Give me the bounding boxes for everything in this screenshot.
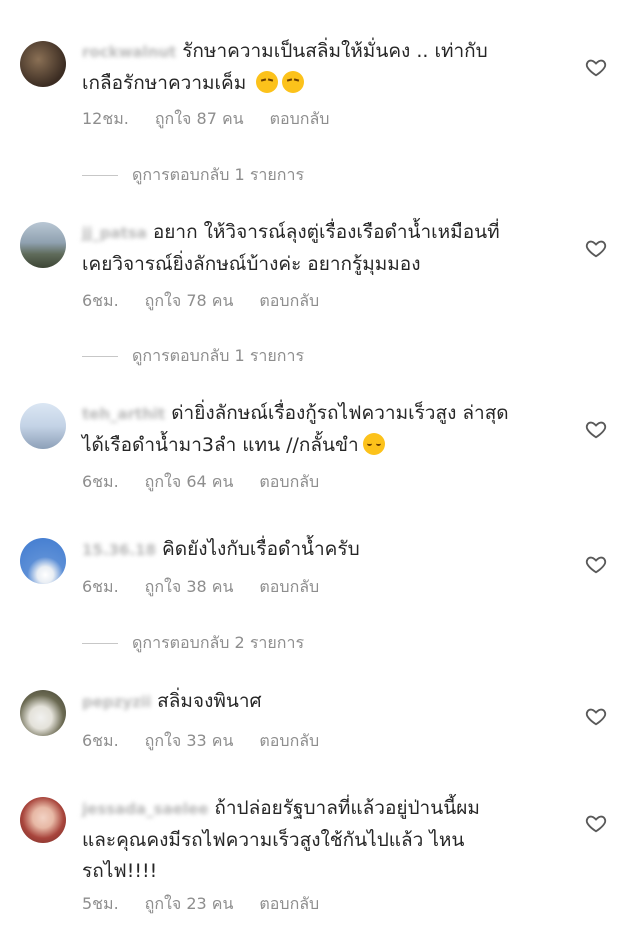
comment-time: 6ชม. <box>82 291 119 310</box>
comment-text: อยาก ให้วิจารณ์ลุงตู่เรื่องเรือดำน้ำเหมื… <box>152 221 500 243</box>
comment-text: เคยวิจารณ์ยิ่งลักษณ์บ้างค่ะ อยากรู้มุมมอ… <box>82 253 421 275</box>
like-count[interactable]: ถูกใจ 64 คน <box>145 470 234 495</box>
comment-body: teh_arthit ด่ายิ่งลักษณ์เรื่องกู้รถไฟความ… <box>82 398 552 461</box>
comment-body: pepzyzii สลิ่มจงพินาศ <box>82 686 552 718</box>
like-count[interactable]: ถูกใจ 38 คน <box>145 575 234 600</box>
comment-username[interactable]: teh_arthit <box>82 405 165 423</box>
comment-time: 12ชม. <box>82 109 129 128</box>
comment-username[interactable]: jessada_saelee <box>82 800 208 818</box>
comment-body: jj_patsa อยาก ให้วิจารณ์ลุงตู่เรื่องเรือด… <box>82 217 552 280</box>
reply-button[interactable]: ตอบกลับ <box>259 892 319 917</box>
comment-meta: 12ชม. ถูกใจ 87 คน ตอบกลับ <box>82 107 329 132</box>
reply-button[interactable]: ตอบกลับ <box>259 470 319 495</box>
comment-text: และคุณคงมีรถไฟความเร็วสูงใช้กันไปแล้ว ไห… <box>82 829 465 851</box>
comment-body: rockwalnut รักษาความเป็นสลิ่มให้มั่นคง ..… <box>82 36 552 99</box>
comment-time: 6ชม. <box>82 731 119 750</box>
view-replies-button[interactable]: ดูการตอบกลับ 1 รายการ <box>82 344 304 369</box>
comment-text: ได้เรือดำน้ำมา3ลำ แทน //กลั้นขำ <box>82 434 359 456</box>
avatar[interactable] <box>20 690 66 736</box>
like-count[interactable]: ถูกใจ 87 คน <box>155 107 244 132</box>
comment-time: 5ชม. <box>82 894 119 913</box>
avatar[interactable] <box>20 797 66 843</box>
view-replies-button[interactable]: ดูการตอบกลับ 2 รายการ <box>82 631 304 656</box>
comment-text: ด่ายิ่งลักษณ์เรื่องกู้รถไฟความเร็วสูง ล่… <box>171 402 509 424</box>
comment-meta: 5ชม. ถูกใจ 23 คน ตอบกลับ <box>82 892 319 917</box>
heart-icon[interactable] <box>585 553 607 575</box>
comment-meta: 6ชม. ถูกใจ 64 คน ตอบกลับ <box>82 470 319 495</box>
heart-icon[interactable] <box>585 418 607 440</box>
comment-text: สลิ่มจงพินาศ <box>157 690 262 712</box>
reply-button[interactable]: ตอบกลับ <box>259 575 319 600</box>
avatar[interactable] <box>20 41 66 87</box>
comment-text: คิดยังไงกับเรื่อดำน้ำครับ <box>162 538 360 560</box>
avatar[interactable] <box>20 538 66 584</box>
disappointed-face-emoji <box>282 71 305 93</box>
heart-icon[interactable] <box>585 56 607 78</box>
like-count[interactable]: ถูกใจ 78 คน <box>145 289 234 314</box>
comment-username[interactable]: pepzyzii <box>82 693 151 711</box>
comment-time: 6ชม. <box>82 577 119 596</box>
reply-button[interactable]: ตอบกลับ <box>259 289 319 314</box>
like-count[interactable]: ถูกใจ 23 คน <box>145 892 234 917</box>
comment-username[interactable]: 15.36.18 <box>82 541 156 559</box>
reply-button[interactable]: ตอบกลับ <box>270 107 330 132</box>
view-replies-button[interactable]: ดูการตอบกลับ 1 รายการ <box>82 163 304 188</box>
view-replies-label: ดูการตอบกลับ 1 รายการ <box>132 165 305 184</box>
comment-meta: 6ชม. ถูกใจ 78 คน ตอบกลับ <box>82 289 319 314</box>
heart-icon[interactable] <box>585 705 607 727</box>
avatar[interactable] <box>20 222 66 268</box>
comment-text: ถ้าปล่อยรัฐบาลที่แล้วอยู่ป่านนี้ผม <box>214 797 480 819</box>
heart-icon[interactable] <box>585 812 607 834</box>
avatar[interactable] <box>20 403 66 449</box>
view-replies-label: ดูการตอบกลับ 1 รายการ <box>132 346 305 365</box>
divider-line <box>82 643 118 644</box>
disappointed-face-emoji <box>256 71 279 93</box>
comment-time: 6ชม. <box>82 472 119 491</box>
comment-text: รักษาความเป็นสลิ่มให้มั่นคง .. เท่ากับ <box>182 40 488 62</box>
comment-meta: 6ชม. ถูกใจ 38 คน ตอบกลับ <box>82 575 319 600</box>
reply-button[interactable]: ตอบกลับ <box>259 729 319 754</box>
comment-text: รถไฟ!!!! <box>82 860 158 882</box>
comment-body: 15.36.18 คิดยังไงกับเรื่อดำน้ำครับ <box>82 534 552 566</box>
comment-meta: 6ชม. ถูกใจ 33 คน ตอบกลับ <box>82 729 319 754</box>
comment-text: เกลือรักษาความเค็ม <box>82 72 247 94</box>
like-count[interactable]: ถูกใจ 33 คน <box>145 729 234 754</box>
comment-username[interactable]: rockwalnut <box>82 43 176 61</box>
comment-username[interactable]: jj_patsa <box>82 224 147 242</box>
heart-icon[interactable] <box>585 237 607 259</box>
relieved-face-emoji <box>362 433 385 455</box>
comment-body: jessada_saelee ถ้าปล่อยรัฐบาลที่แล้วอยู่ป… <box>82 793 552 887</box>
divider-line <box>82 356 118 357</box>
divider-line <box>82 175 118 176</box>
view-replies-label: ดูการตอบกลับ 2 รายการ <box>132 633 305 652</box>
